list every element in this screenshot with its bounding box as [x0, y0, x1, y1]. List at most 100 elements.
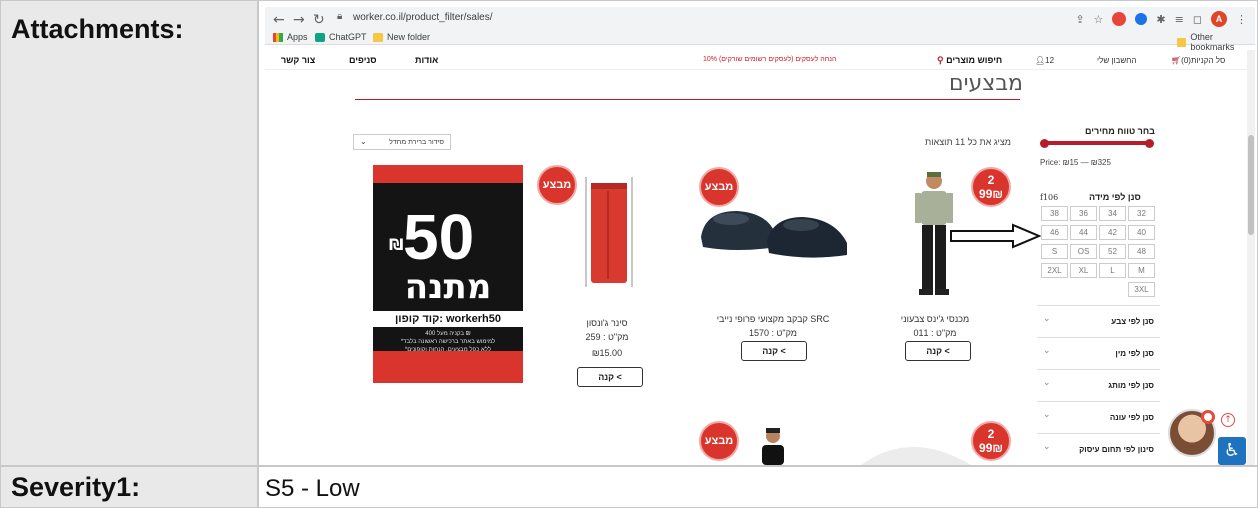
- my-account-link[interactable]: החשבון שלי: [1097, 56, 1137, 65]
- nav-about[interactable]: אודות: [415, 55, 438, 65]
- share-icon[interactable]: ⇪: [1075, 13, 1084, 26]
- size-option[interactable]: S: [1041, 244, 1068, 259]
- banner-coupon-code: קוד קופון: workerh50: [373, 311, 523, 327]
- product-name[interactable]: קבקב מקצועי פרופי נייבי SRC: [703, 314, 843, 324]
- product-name[interactable]: מכנסי ג'ינס צבעוני: [865, 314, 1005, 324]
- filter-occupation[interactable]: ⌄ סינון לפי תחום עיסוק: [1037, 433, 1160, 465]
- size-option[interactable]: 44: [1070, 225, 1097, 240]
- price-filter-title: בחר טווח מחירים: [1085, 126, 1155, 136]
- browser-chrome: ← → ↻ 🔒︎ worker.co.il/product_filter/sal…: [265, 7, 1255, 52]
- worker-image: [762, 428, 784, 465]
- reading-list-icon[interactable]: ≡: [1175, 13, 1184, 26]
- product-sku: מק"ט : 011: [913, 328, 957, 338]
- size-option[interactable]: 3XL: [1128, 282, 1155, 297]
- lock-icon: 🔒︎: [337, 11, 343, 22]
- price-slider[interactable]: [1040, 139, 1154, 148]
- cart-link[interactable]: 🛒︎סל הקניות(0): [1171, 56, 1225, 65]
- attachment-screenshot: ← → ↻ 🔒︎ worker.co.il/product_filter/sal…: [265, 7, 1255, 465]
- chat-status-dot: [1201, 410, 1215, 424]
- profile-avatar[interactable]: A: [1211, 11, 1227, 27]
- annotation-arrow: [950, 223, 1041, 249]
- forward-arrow-icon[interactable]: →: [293, 12, 305, 28]
- promo-strip: 10% הנחה לעסקים (לעסקים רשומים שורקים): [703, 56, 837, 63]
- extension-red-icon[interactable]: [1112, 12, 1127, 26]
- shekel-symbol: ₪: [389, 235, 404, 254]
- price-slider-max-handle[interactable]: [1145, 139, 1154, 148]
- size-option[interactable]: M: [1128, 263, 1155, 278]
- user-counter[interactable]: 👤︎12: [1035, 56, 1054, 65]
- star-icon[interactable]: ☆: [1094, 13, 1104, 26]
- size-option[interactable]: 48: [1128, 244, 1155, 259]
- cart-icon: 🛒︎: [1171, 56, 1182, 65]
- buy-button[interactable]: קנה <: [577, 367, 643, 387]
- menu-dots-icon[interactable]: ⋮: [1236, 13, 1247, 26]
- apron-image: [585, 177, 633, 287]
- nav-contact[interactable]: צור קשר: [281, 55, 315, 65]
- search-icon: ⚲: [937, 55, 944, 65]
- buy-button[interactable]: קנה <: [741, 341, 807, 361]
- price-slider-min-handle[interactable]: [1040, 139, 1049, 148]
- banner-top-band: [373, 165, 523, 183]
- accessibility-icon[interactable]: ♿︎: [1218, 437, 1246, 465]
- size-option[interactable]: 42: [1099, 225, 1126, 240]
- search-products[interactable]: ⚲ חיפוש מוצרים: [937, 55, 1002, 66]
- bookmark-other[interactable]: Other bookmarks: [1177, 32, 1255, 52]
- size-option[interactable]: 40: [1128, 225, 1155, 240]
- side-panel-icon[interactable]: ◻: [1193, 13, 1202, 26]
- address-bar[interactable]: 🔒︎ worker.co.il/product_filter/sales/: [335, 10, 1095, 28]
- severity-label: Severity1:: [11, 472, 141, 502]
- coupon-promo-banner[interactable]: ₪ 50 מתנה קוד קופון: workerh50 בקניה מעל…: [373, 165, 523, 383]
- chevron-down-icon: ⌄: [1043, 442, 1051, 452]
- deal-badge: 2 99₪: [971, 421, 1011, 461]
- sale-badge: מבצע: [699, 167, 739, 207]
- severity-value: S5 - Low: [265, 475, 360, 502]
- apps-grid-icon: [273, 32, 283, 42]
- size-option[interactable]: 32: [1128, 206, 1155, 221]
- bookmark-new-folder[interactable]: New folder: [373, 32, 430, 42]
- severity-value-cell: S5 - Low: [258, 466, 1258, 508]
- size-option[interactable]: 36: [1070, 206, 1097, 221]
- buy-button[interactable]: קנה <: [905, 341, 971, 361]
- size-option[interactable]: L: [1099, 263, 1126, 278]
- size-option[interactable]: OS: [1070, 244, 1097, 259]
- scrollbar-thumb[interactable]: [1248, 135, 1254, 235]
- page-scrollbar[interactable]: [1247, 50, 1255, 465]
- bookmark-apps[interactable]: Apps: [273, 32, 308, 42]
- title-divider: [355, 99, 1020, 100]
- puzzle-icon[interactable]: ✱: [1156, 13, 1165, 26]
- size-option[interactable]: 38: [1041, 206, 1068, 221]
- severity-label-cell: Severity1:: [0, 466, 258, 508]
- nav-branches[interactable]: סניפים: [349, 55, 377, 65]
- product-price: ₪15.00: [591, 348, 623, 358]
- chevron-down-icon: ⌄: [360, 137, 367, 146]
- size-option[interactable]: 46: [1041, 225, 1068, 240]
- folder-icon: [373, 32, 383, 42]
- user-icon: 👤︎: [1035, 56, 1046, 65]
- filter-gender[interactable]: ⌄ סנן לפי מין: [1037, 337, 1160, 369]
- deal-badge: 2 99₪: [971, 167, 1011, 207]
- size-option[interactable]: 34: [1099, 206, 1126, 221]
- sort-select[interactable]: ⌄ סידור ברירת מחדל: [353, 134, 451, 150]
- filter-color[interactable]: ⌄ סנן לפי צבע: [1037, 305, 1160, 337]
- clogs-image: [701, 211, 847, 258]
- size-option[interactable]: XL: [1070, 263, 1097, 278]
- chevron-down-icon: ⌄: [1043, 346, 1051, 356]
- size-option[interactable]: 2XL: [1041, 263, 1068, 278]
- size-option[interactable]: 52: [1099, 244, 1126, 259]
- toolbar-icons: ⇪ ☆ ✱ ≡ ◻ A ⋮: [1075, 10, 1247, 28]
- back-arrow-icon[interactable]: ←: [273, 12, 285, 28]
- attachments-label: Attachments:: [11, 14, 184, 44]
- chevron-down-icon: ⌄: [1043, 378, 1051, 388]
- banner-amount: 50: [403, 201, 475, 273]
- bookmark-chatgpt[interactable]: ChatGPT: [315, 32, 367, 42]
- filter-brand[interactable]: ⌄ סנן לפי מותג: [1037, 369, 1160, 401]
- scroll-to-top-icon[interactable]: ↑: [1221, 413, 1235, 427]
- sale-badge: מבצע: [537, 165, 577, 205]
- filter-season[interactable]: ⌄ סנן לפי עונה: [1037, 401, 1160, 433]
- reload-icon[interactable]: ↻: [313, 12, 325, 28]
- extension-blue-icon[interactable]: [1135, 13, 1148, 25]
- white-garment-image: [861, 447, 971, 465]
- folder-icon: [1177, 37, 1187, 47]
- product-name[interactable]: סינר ג'ונסון: [537, 318, 677, 328]
- bookmarks-bar: Apps ChatGPT New folder Other bookmarks: [265, 31, 1255, 52]
